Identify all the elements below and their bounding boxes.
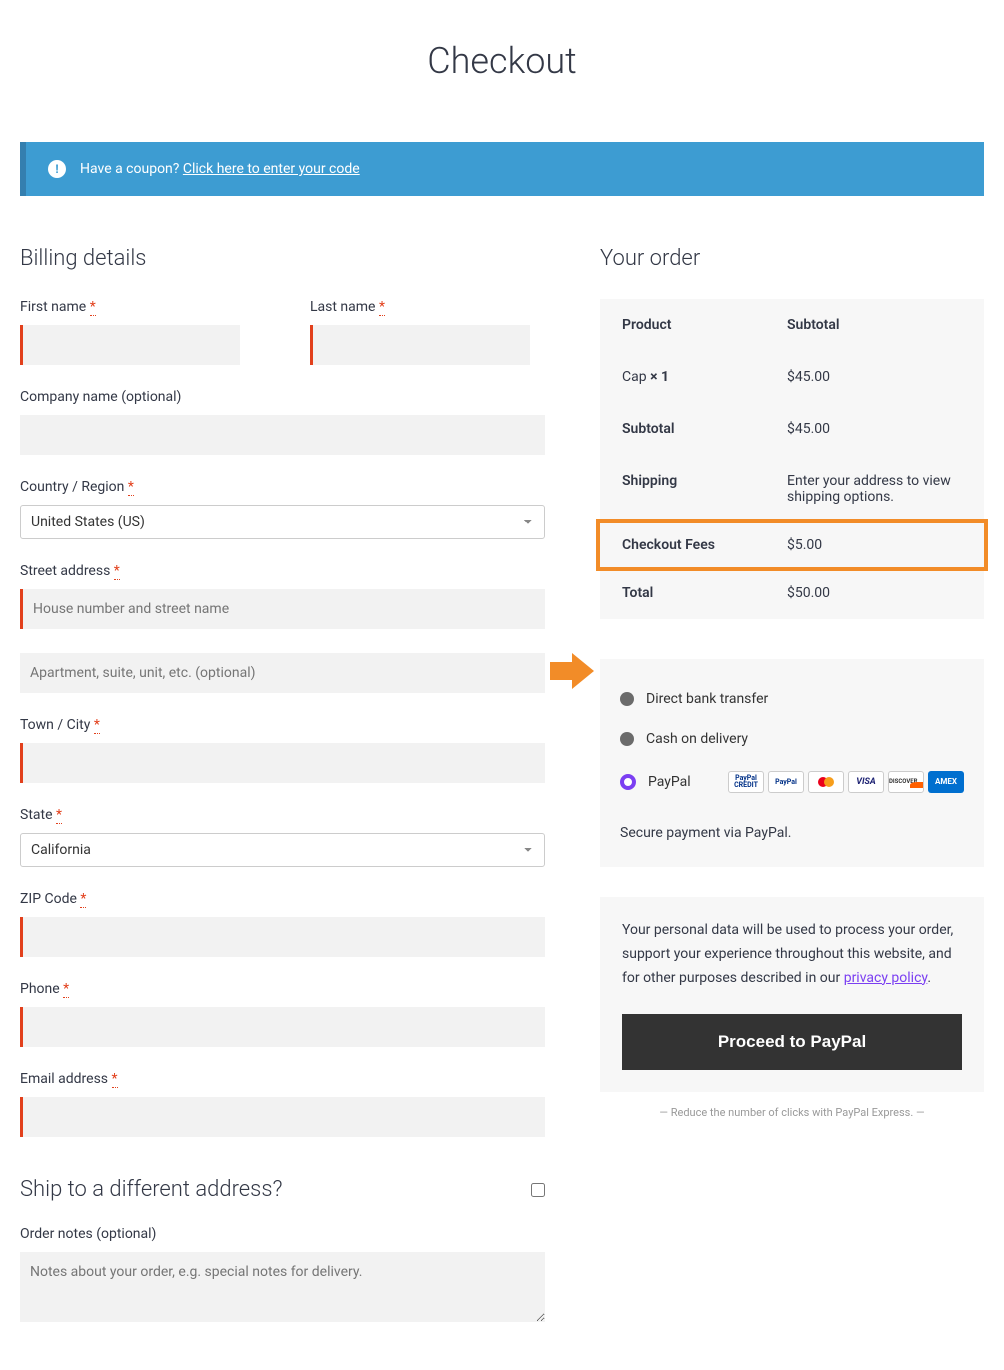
info-icon: !	[48, 160, 66, 178]
country-select[interactable]: United States (US)	[20, 505, 545, 539]
payment-cod-label: Cash on delivery	[646, 731, 748, 747]
payment-paypal[interactable]: PayPal PayPal CREDIT PayPal VISA DISCOVE…	[620, 759, 964, 805]
coupon-link[interactable]: Click here to enter your code	[183, 161, 360, 177]
amex-icon: AMEX	[928, 771, 964, 793]
paypal-icon: PayPal	[768, 771, 804, 793]
state-label: State *	[20, 807, 545, 823]
fees-value: $5.00	[787, 537, 962, 553]
subtotal-header: Subtotal	[787, 317, 962, 333]
payment-bank-label: Direct bank transfer	[646, 691, 768, 707]
card-icons: PayPal CREDIT PayPal VISA DISCOVER AMEX	[728, 771, 964, 793]
first-name-label: First name *	[20, 299, 255, 315]
payment-bank[interactable]: Direct bank transfer	[620, 679, 964, 719]
billing-heading: Billing details	[20, 246, 545, 271]
order-summary: Product Subtotal Cap × 1 $45.00 Subtotal…	[600, 299, 984, 619]
email-label: Email address *	[20, 1071, 545, 1087]
phone-input[interactable]	[20, 1007, 545, 1047]
ship-different-checkbox[interactable]	[531, 1183, 545, 1197]
radio-icon	[620, 732, 634, 746]
last-name-label: Last name *	[310, 299, 545, 315]
radio-icon	[620, 692, 634, 706]
proceed-button[interactable]: Proceed to PayPal	[622, 1014, 962, 1070]
product-header: Product	[622, 317, 787, 333]
coupon-notice: ! Have a coupon? Click here to enter you…	[20, 142, 984, 196]
state-select[interactable]: California	[20, 833, 545, 867]
last-name-input[interactable]	[310, 325, 530, 365]
item-name: Cap × 1	[622, 369, 787, 385]
shipping-value: Enter your address to view shipping opti…	[787, 473, 962, 505]
shipping-label: Shipping	[622, 473, 787, 505]
country-label: Country / Region *	[20, 479, 545, 495]
payment-paypal-label: PayPal	[648, 774, 691, 790]
paypal-credit-icon: PayPal CREDIT	[728, 771, 764, 793]
order-heading: Your order	[600, 246, 984, 271]
city-input[interactable]	[20, 743, 545, 783]
payment-methods: Direct bank transfer Cash on delivery Pa…	[600, 659, 984, 867]
phone-label: Phone *	[20, 981, 545, 997]
footnote: — Reduce the number of clicks with PayPa…	[600, 1106, 984, 1119]
city-label: Town / City *	[20, 717, 545, 733]
company-label: Company name (optional)	[20, 389, 545, 405]
arrow-icon	[550, 662, 574, 680]
arrow-icon	[572, 653, 594, 689]
total-label: Total	[622, 585, 787, 601]
zip-label: ZIP Code *	[20, 891, 545, 907]
ship-heading: Ship to a different address?	[20, 1177, 282, 1202]
subtotal-value: $45.00	[787, 421, 962, 437]
total-value: $50.00	[787, 585, 962, 601]
email-input[interactable]	[20, 1097, 545, 1137]
discover-icon: DISCOVER	[888, 771, 924, 793]
visa-icon: VISA	[848, 771, 884, 793]
checkout-fees-highlight: Checkout Fees $5.00	[596, 519, 988, 571]
company-input[interactable]	[20, 415, 545, 455]
order-notes-label: Order notes (optional)	[20, 1226, 545, 1242]
first-name-input[interactable]	[20, 325, 240, 365]
item-price: $45.00	[787, 369, 962, 385]
radio-selected-icon	[620, 774, 636, 790]
page-title: Checkout	[20, 40, 984, 82]
privacy-box: Your personal data will be used to proce…	[600, 897, 984, 1092]
street-label: Street address *	[20, 563, 545, 579]
coupon-prompt: Have a coupon?	[80, 161, 183, 177]
fees-label: Checkout Fees	[622, 537, 787, 553]
subtotal-label: Subtotal	[622, 421, 787, 437]
privacy-link[interactable]: privacy policy	[844, 970, 928, 986]
apt-input[interactable]	[20, 653, 545, 693]
mastercard-icon	[808, 771, 844, 793]
zip-input[interactable]	[20, 917, 545, 957]
street-input[interactable]	[20, 589, 545, 629]
secure-note: Secure payment via PayPal.	[620, 805, 964, 847]
payment-cod[interactable]: Cash on delivery	[620, 719, 964, 759]
